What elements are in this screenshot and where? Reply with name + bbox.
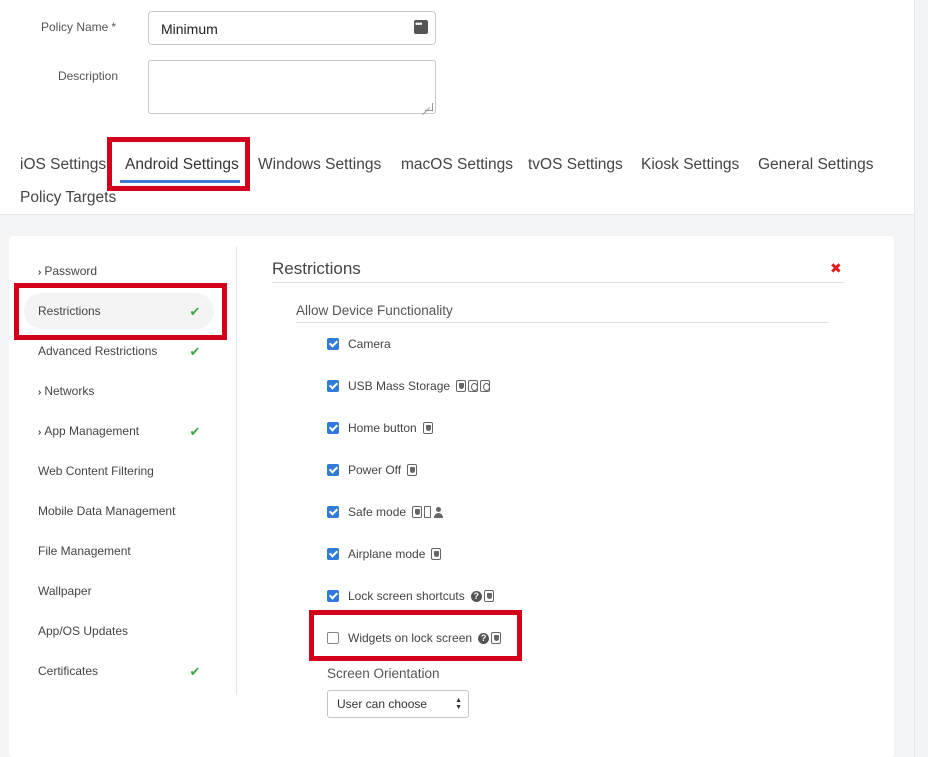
active-tab-indicator [120,180,240,183]
sidebar-item-app-os-updates[interactable]: App/OS Updates [24,613,214,649]
sidebar-item-password[interactable]: › Password [24,253,214,289]
check-icon: ✔ [189,304,201,319]
check-icon: ✔ [189,344,201,359]
chevron-right-icon: › [38,387,42,398]
description-textarea[interactable] [148,60,436,114]
sidebar-item-wallpaper[interactable]: Wallpaper [24,573,214,609]
shield-icon [412,506,423,518]
option-power-off: Power Off [327,463,418,477]
shield-icon [491,632,502,644]
check-icon: ✔ [189,664,201,679]
person-icon [433,506,444,518]
close-icon[interactable]: ✖ [830,260,842,277]
sidebar-item-web-content-filtering[interactable]: Web Content Filtering [24,453,214,489]
tab-macos-settings[interactable]: macOS Settings [401,156,513,174]
sidebar-divider [236,246,237,695]
autofill-icon[interactable] [414,19,428,34]
shield-icon [483,590,494,602]
camera-checkbox[interactable] [327,338,339,350]
shield-icon [407,464,418,476]
option-usb-mass-storage: USB Mass Storage [327,379,491,393]
check-icon: ✔ [189,424,201,439]
section-title-divider [272,282,844,283]
description-label: Description [57,69,118,83]
safe-mode-checkbox[interactable] [327,506,339,518]
home-button-checkbox[interactable] [327,422,339,434]
select-arrows-icon: ▲ ▼ [455,697,462,711]
usb-mass-storage-checkbox[interactable] [327,380,339,392]
tag-icon [480,380,491,392]
power-off-checkbox[interactable] [327,464,339,476]
option-airplane-mode: Airplane mode [327,547,442,561]
shield-icon [422,422,433,434]
sidebar-item-app-management[interactable]: › App Management [24,413,214,449]
shield-icon [456,380,467,392]
sidebar-item-mobile-data-management[interactable]: Mobile Data Management [24,493,214,529]
shield-icon [431,548,442,560]
sidebar-item-certificates[interactable]: Certificates [24,653,214,689]
screen-orientation-label: Screen Orientation [327,666,440,681]
option-widgets-on-lock-screen: Widgets on lock screen ? [327,631,502,645]
section-title: Restrictions [272,259,361,278]
policy-name-label: Policy Name * [40,20,116,34]
group-title: Allow Device Functionality [296,303,453,318]
sidebar-item-advanced-restrictions[interactable]: Advanced Restrictions [24,333,214,369]
sidebar-item-file-management[interactable]: File Management [24,533,214,569]
chevron-right-icon: › [38,427,42,438]
tab-tvos-settings[interactable]: tvOS Settings [528,156,623,174]
policy-name-value: Minimum [161,21,218,37]
help-icon[interactable]: ? [478,632,490,644]
phone-icon [424,506,432,518]
tab-general-settings[interactable]: General Settings [758,156,873,174]
option-home-button: Home button [327,421,433,435]
tab-android-settings[interactable]: Android Settings [125,156,239,174]
chevron-right-icon: › [38,267,42,278]
resize-grip-icon[interactable] [425,103,433,111]
tag-icon [468,380,479,392]
option-camera: Camera [327,337,391,351]
airplane-mode-checkbox[interactable] [327,548,339,560]
sidebar-item-networks[interactable]: › Networks [24,373,214,409]
page-scroll-gutter [914,0,928,757]
screen-orientation-select[interactable]: User can choose ▲ ▼ [327,690,469,718]
policy-name-input[interactable]: Minimum [148,11,436,45]
tab-policy-targets[interactable]: Policy Targets [20,189,116,207]
sidebar-item-restrictions[interactable]: Restrictions [24,293,214,329]
option-safe-mode: Safe mode [327,505,444,519]
tab-windows-settings[interactable]: Windows Settings [258,156,381,174]
option-lock-screen-shortcuts: Lock screen shortcuts ? [327,589,494,603]
tab-ios-settings[interactable]: iOS Settings [20,156,106,174]
widgets-on-lock-screen-checkbox[interactable] [327,632,339,644]
tab-kiosk-settings[interactable]: Kiosk Settings [641,156,739,174]
group-divider [296,322,828,323]
help-icon[interactable]: ? [470,590,482,602]
lock-screen-shortcuts-checkbox[interactable] [327,590,339,602]
